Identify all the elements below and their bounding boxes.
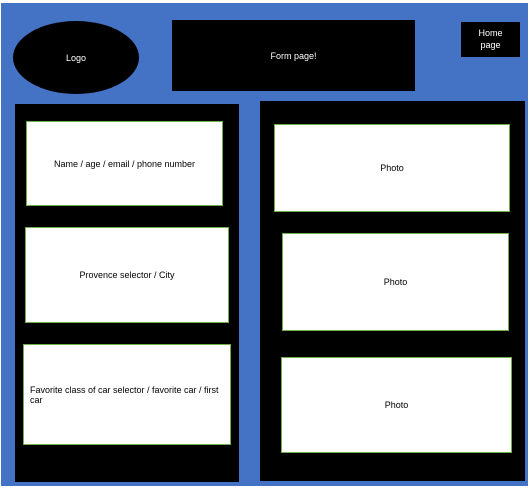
photo-box-3: Photo <box>281 357 512 453</box>
home-page-button[interactable]: Home page <box>461 22 520 57</box>
contact-info-fields[interactable]: Name / age / email / phone number <box>26 121 223 206</box>
logo[interactable]: Logo <box>13 21 139 94</box>
car-preferences-selector[interactable]: Favorite class of car selector / favorit… <box>23 344 231 445</box>
photo-box-2: Photo <box>282 233 509 331</box>
photo-box-1: Photo <box>274 124 510 212</box>
province-city-selector[interactable]: Provence selector / City <box>25 227 229 323</box>
page-title: Form page! <box>172 20 415 91</box>
